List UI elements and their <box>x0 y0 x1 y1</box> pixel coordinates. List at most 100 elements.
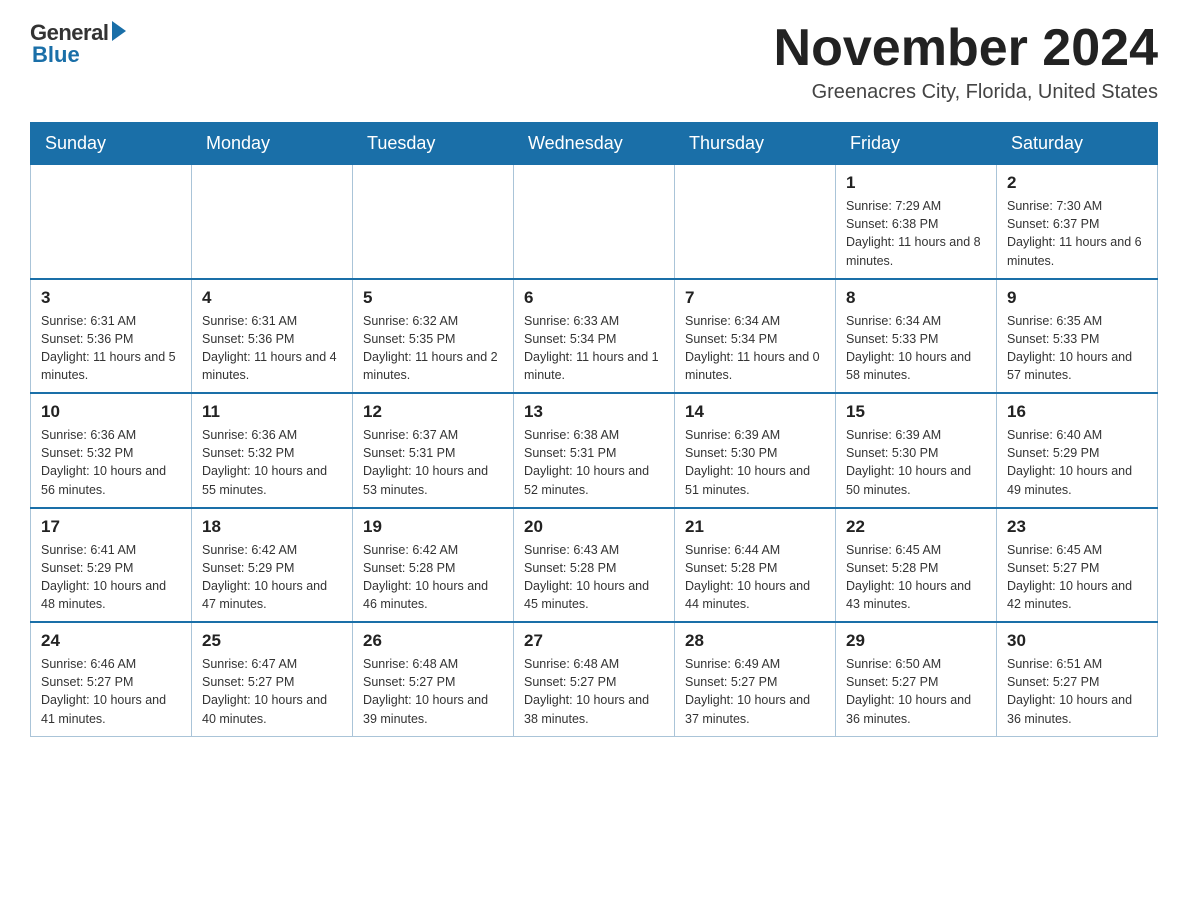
calendar-cell: 5 Sunrise: 6:32 AM Sunset: 5:35 PM Daylig… <box>353 279 514 394</box>
weekday-header-wednesday: Wednesday <box>514 123 675 165</box>
day-number: 5 <box>363 288 503 308</box>
calendar-cell: 22Sunrise: 6:45 AM Sunset: 5:28 PM Dayli… <box>836 508 997 623</box>
day-info: Sunrise: 6:48 AM Sunset: 5:27 PM Dayligh… <box>363 655 503 728</box>
calendar-week-row: 1Sunrise: 7:29 AM Sunset: 6:38 PM Daylig… <box>31 165 1158 279</box>
weekday-header-saturday: Saturday <box>997 123 1158 165</box>
calendar-cell: 16 Sunrise: 6:40 AM Sunset: 5:29 PM Dayli… <box>997 393 1158 508</box>
calendar-cell: 18 Sunrise: 6:42 AM Sunset: 5:29 PM Dayli… <box>192 508 353 623</box>
day-number: 14 <box>685 402 825 422</box>
calendar-cell: 7 Sunrise: 6:34 AM Sunset: 5:34 PM Daylig… <box>675 279 836 394</box>
calendar-cell: 4 Sunrise: 6:31 AM Sunset: 5:36 PM Daylig… <box>192 279 353 394</box>
day-info: Sunrise: 6:34 AM Sunset: 5:33 PM Dayligh… <box>846 312 986 385</box>
weekday-header-monday: Monday <box>192 123 353 165</box>
day-info: Sunrise: 6:36 AM Sunset: 5:32 PM Dayligh… <box>41 426 181 499</box>
day-number: 10 <box>41 402 181 422</box>
location-subtitle: Greenacres City, Florida, United States <box>774 81 1158 104</box>
calendar-cell: 25Sunrise: 6:47 AM Sunset: 5:27 PM Dayli… <box>192 622 353 736</box>
calendar-week-row: 3 Sunrise: 6:31 AM Sunset: 5:36 PM Daylig… <box>31 279 1158 394</box>
day-number: 25 <box>202 631 342 651</box>
day-info: Sunrise: 6:45 AM Sunset: 5:27 PM Dayligh… <box>1007 541 1147 614</box>
logo-blue-text: Blue <box>32 42 80 68</box>
day-number: 9 <box>1007 288 1147 308</box>
day-info: Sunrise: 6:42 AM Sunset: 5:28 PM Dayligh… <box>363 541 503 614</box>
calendar-cell <box>192 165 353 279</box>
calendar-cell <box>353 165 514 279</box>
calendar-cell: 11 Sunrise: 6:36 AM Sunset: 5:32 PM Dayli… <box>192 393 353 508</box>
day-info: Sunrise: 6:31 AM Sunset: 5:36 PM Dayligh… <box>41 312 181 385</box>
day-info: Sunrise: 6:39 AM Sunset: 5:30 PM Dayligh… <box>846 426 986 499</box>
day-number: 22 <box>846 517 986 537</box>
day-info: Sunrise: 6:42 AM Sunset: 5:29 PM Dayligh… <box>202 541 342 614</box>
calendar-week-row: 17Sunrise: 6:41 AM Sunset: 5:29 PM Dayli… <box>31 508 1158 623</box>
day-number: 15 <box>846 402 986 422</box>
day-info: Sunrise: 6:40 AM Sunset: 5:29 PM Dayligh… <box>1007 426 1147 499</box>
title-block: November 2024 Greenacres City, Florida, … <box>774 20 1158 104</box>
calendar-cell: 8 Sunrise: 6:34 AM Sunset: 5:33 PM Daylig… <box>836 279 997 394</box>
calendar-cell: 17Sunrise: 6:41 AM Sunset: 5:29 PM Dayli… <box>31 508 192 623</box>
day-number: 7 <box>685 288 825 308</box>
day-info: Sunrise: 6:34 AM Sunset: 5:34 PM Dayligh… <box>685 312 825 385</box>
calendar-cell: 2 Sunrise: 7:30 AM Sunset: 6:37 PM Daylig… <box>997 165 1158 279</box>
day-info: Sunrise: 6:39 AM Sunset: 5:30 PM Dayligh… <box>685 426 825 499</box>
day-info: Sunrise: 6:44 AM Sunset: 5:28 PM Dayligh… <box>685 541 825 614</box>
day-number: 16 <box>1007 402 1147 422</box>
logo-arrow-icon <box>112 21 126 41</box>
day-number: 2 <box>1007 173 1147 193</box>
day-info: Sunrise: 6:36 AM Sunset: 5:32 PM Dayligh… <box>202 426 342 499</box>
calendar-cell: 21 Sunrise: 6:44 AM Sunset: 5:28 PM Dayli… <box>675 508 836 623</box>
calendar-cell: 1Sunrise: 7:29 AM Sunset: 6:38 PM Daylig… <box>836 165 997 279</box>
day-number: 20 <box>524 517 664 537</box>
day-number: 21 <box>685 517 825 537</box>
day-number: 8 <box>846 288 986 308</box>
day-number: 28 <box>685 631 825 651</box>
weekday-header-tuesday: Tuesday <box>353 123 514 165</box>
day-info: Sunrise: 6:49 AM Sunset: 5:27 PM Dayligh… <box>685 655 825 728</box>
day-number: 29 <box>846 631 986 651</box>
day-number: 17 <box>41 517 181 537</box>
day-info: Sunrise: 6:51 AM Sunset: 5:27 PM Dayligh… <box>1007 655 1147 728</box>
calendar-week-row: 10 Sunrise: 6:36 AM Sunset: 5:32 PM Dayli… <box>31 393 1158 508</box>
calendar-cell: 28 Sunrise: 6:49 AM Sunset: 5:27 PM Dayli… <box>675 622 836 736</box>
day-number: 6 <box>524 288 664 308</box>
day-info: Sunrise: 6:48 AM Sunset: 5:27 PM Dayligh… <box>524 655 664 728</box>
calendar-cell: 20 Sunrise: 6:43 AM Sunset: 5:28 PM Dayli… <box>514 508 675 623</box>
calendar-cell: 23 Sunrise: 6:45 AM Sunset: 5:27 PM Dayli… <box>997 508 1158 623</box>
day-info: Sunrise: 7:30 AM Sunset: 6:37 PM Dayligh… <box>1007 197 1147 270</box>
calendar-week-row: 24Sunrise: 6:46 AM Sunset: 5:27 PM Dayli… <box>31 622 1158 736</box>
day-info: Sunrise: 6:32 AM Sunset: 5:35 PM Dayligh… <box>363 312 503 385</box>
day-number: 4 <box>202 288 342 308</box>
day-info: Sunrise: 6:31 AM Sunset: 5:36 PM Dayligh… <box>202 312 342 385</box>
day-number: 23 <box>1007 517 1147 537</box>
day-number: 19 <box>363 517 503 537</box>
calendar-cell: 27 Sunrise: 6:48 AM Sunset: 5:27 PM Dayli… <box>514 622 675 736</box>
calendar-cell: 29 Sunrise: 6:50 AM Sunset: 5:27 PM Dayli… <box>836 622 997 736</box>
calendar-cell: 24Sunrise: 6:46 AM Sunset: 5:27 PM Dayli… <box>31 622 192 736</box>
logo: General Blue <box>30 20 126 68</box>
calendar-cell: 13Sunrise: 6:38 AM Sunset: 5:31 PM Dayli… <box>514 393 675 508</box>
calendar-cell: 6Sunrise: 6:33 AM Sunset: 5:34 PM Daylig… <box>514 279 675 394</box>
day-info: Sunrise: 6:43 AM Sunset: 5:28 PM Dayligh… <box>524 541 664 614</box>
day-number: 24 <box>41 631 181 651</box>
day-number: 3 <box>41 288 181 308</box>
day-number: 18 <box>202 517 342 537</box>
calendar-cell: 30 Sunrise: 6:51 AM Sunset: 5:27 PM Dayli… <box>997 622 1158 736</box>
weekday-header-sunday: Sunday <box>31 123 192 165</box>
calendar-cell <box>31 165 192 279</box>
calendar-cell: 9Sunrise: 6:35 AM Sunset: 5:33 PM Daylig… <box>997 279 1158 394</box>
calendar-cell: 12Sunrise: 6:37 AM Sunset: 5:31 PM Dayli… <box>353 393 514 508</box>
day-info: Sunrise: 6:50 AM Sunset: 5:27 PM Dayligh… <box>846 655 986 728</box>
calendar-table: SundayMondayTuesdayWednesdayThursdayFrid… <box>30 122 1158 737</box>
weekday-header-friday: Friday <box>836 123 997 165</box>
day-number: 11 <box>202 402 342 422</box>
day-number: 13 <box>524 402 664 422</box>
day-number: 30 <box>1007 631 1147 651</box>
day-number: 27 <box>524 631 664 651</box>
page-header: General Blue November 2024 Greenacres Ci… <box>30 20 1158 104</box>
day-number: 1 <box>846 173 986 193</box>
day-number: 26 <box>363 631 503 651</box>
month-title: November 2024 <box>774 20 1158 77</box>
calendar-cell: 19 Sunrise: 6:42 AM Sunset: 5:28 PM Dayli… <box>353 508 514 623</box>
calendar-cell: 26 Sunrise: 6:48 AM Sunset: 5:27 PM Dayli… <box>353 622 514 736</box>
day-number: 12 <box>363 402 503 422</box>
calendar-cell: 15 Sunrise: 6:39 AM Sunset: 5:30 PM Dayli… <box>836 393 997 508</box>
